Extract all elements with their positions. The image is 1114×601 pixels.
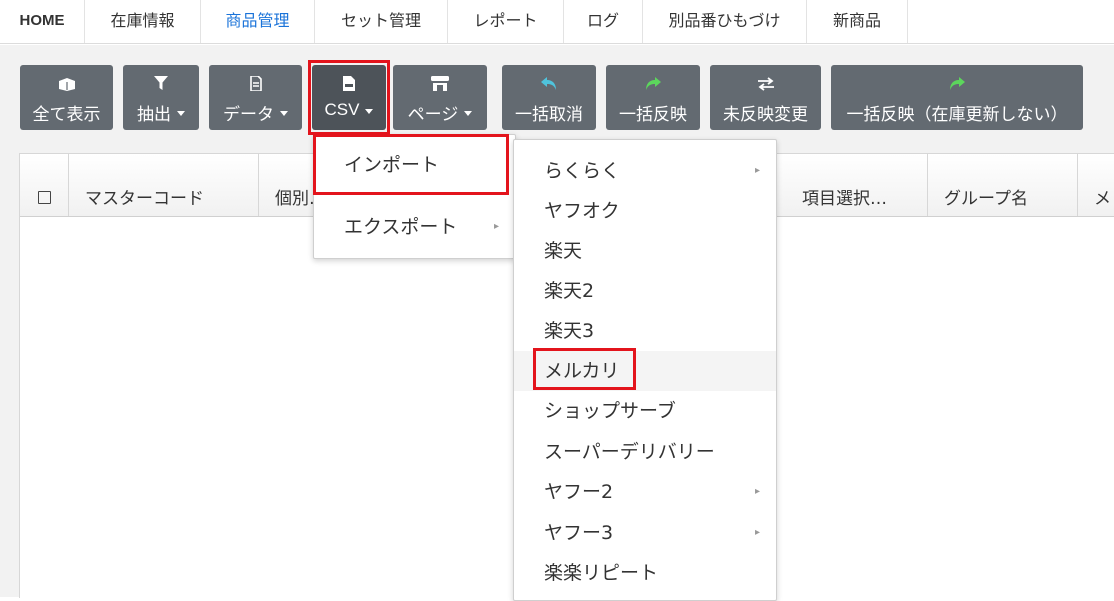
submenu-item-label: スーパーデリバリー: [544, 441, 715, 463]
submenu-item-super-delivery[interactable]: スーパーデリバリー: [514, 432, 776, 472]
submenu-item-yahuoku[interactable]: ヤフオク: [514, 191, 776, 231]
page-label: ページ: [407, 105, 459, 125]
tab-set-management[interactable]: セット管理: [315, 0, 448, 43]
chevron-down-icon: [280, 111, 288, 116]
bulk-cancel-button[interactable]: 一括取消: [502, 65, 596, 130]
share-icon: [606, 75, 700, 92]
column-master-code[interactable]: マスターコード: [69, 154, 259, 216]
checkbox-icon[interactable]: [37, 190, 51, 204]
menu-item-export[interactable]: エクスポート ▸: [314, 205, 515, 249]
column-item-select[interactable]: 項目選択…: [786, 154, 928, 216]
submenu-item-rakuten[interactable]: 楽天: [514, 231, 776, 271]
undo-icon: [502, 75, 596, 92]
submenu-item-label: 楽天: [544, 240, 583, 262]
extract-label: 抽出: [137, 105, 171, 125]
submenu-item-yahoo2[interactable]: ヤフー2 ▸: [514, 472, 776, 512]
tab-inventory[interactable]: 在庫情報: [85, 0, 201, 43]
submenu-item-rakuten2[interactable]: 楽天2: [514, 271, 776, 311]
select-all-checkbox-header[interactable]: [20, 154, 69, 216]
chevron-right-icon: ▸: [493, 221, 499, 232]
submenu-item-label: メルカリ: [544, 360, 620, 382]
page-button[interactable]: ページ: [393, 65, 487, 130]
pending-changes-button[interactable]: 未反映変更: [710, 65, 821, 130]
chevron-right-icon: ▸: [754, 165, 760, 176]
chevron-right-icon: ▸: [754, 527, 760, 538]
top-navigation: HOME 在庫情報 商品管理 セット管理 レポート ログ 別品番ひもづけ 新商品: [0, 0, 908, 44]
submenu-item-shopserve[interactable]: ショップサーブ: [514, 391, 776, 431]
bulk-apply-no-stock-button[interactable]: 一括反映（在庫更新しない）: [831, 65, 1083, 130]
exchange-icon: [710, 75, 821, 92]
submenu-item-label: 楽天3: [544, 320, 595, 342]
store-icon: [393, 75, 487, 92]
submenu-item-mercari[interactable]: メルカリ: [514, 351, 776, 391]
csv-label: CSV: [324, 100, 360, 119]
tab-home[interactable]: HOME: [0, 0, 85, 43]
tab-log[interactable]: ログ: [564, 0, 643, 43]
show-all-button[interactable]: 全て表示: [20, 65, 113, 130]
tab-new-products[interactable]: 新商品: [807, 0, 908, 43]
column-group-name[interactable]: グループ名: [928, 154, 1078, 216]
tab-report[interactable]: レポート: [448, 0, 564, 43]
import-submenu: らくらく ▸ ヤフオク 楽天 楽天2 楽天3 メルカリ ショップサーブ スーパー…: [513, 139, 777, 601]
submenu-item-label: ヤフー3: [544, 522, 614, 544]
bulk-apply-no-stock-label: 一括反映（在庫更新しない）: [846, 105, 1068, 125]
box-icon: [20, 75, 113, 92]
data-label: データ: [223, 105, 274, 125]
document-icon: [209, 75, 302, 92]
submenu-item-label: ヤフオク: [544, 200, 620, 222]
column-memo[interactable]: メ: [1078, 154, 1114, 216]
chevron-right-icon: ▸: [754, 486, 760, 497]
csv-file-icon: [312, 75, 386, 92]
filter-icon: [123, 75, 199, 92]
import-label: インポート: [344, 154, 440, 176]
bulk-cancel-label: 一括取消: [515, 105, 583, 125]
csv-dropdown-menu: インポート エクスポート ▸: [313, 134, 516, 259]
extract-button[interactable]: 抽出: [123, 65, 199, 130]
submenu-item-rakuten3[interactable]: 楽天3: [514, 311, 776, 351]
chevron-down-icon: [177, 111, 185, 116]
tab-product-management[interactable]: 商品管理: [201, 0, 315, 43]
tab-alt-sku-link[interactable]: 別品番ひもづけ: [643, 0, 807, 43]
data-button[interactable]: データ: [209, 65, 302, 130]
chevron-down-icon: [365, 108, 374, 114]
submenu-item-label: 楽天2: [544, 280, 595, 302]
submenu-item-label: らくらく: [544, 160, 621, 182]
chevron-down-icon: [464, 111, 473, 116]
bulk-apply-button[interactable]: 一括反映: [606, 65, 700, 130]
submenu-item-label: 楽楽リピート: [544, 562, 659, 584]
nav-divider: [908, 43, 1114, 44]
pending-changes-label: 未反映変更: [723, 105, 808, 125]
csv-button[interactable]: CSV: [312, 65, 386, 130]
export-label: エクスポート: [344, 216, 458, 238]
share-icon: [831, 75, 1083, 92]
show-all-label: 全て表示: [32, 105, 101, 125]
submenu-item-rakuraku-repeat[interactable]: 楽楽リピート: [514, 553, 776, 593]
bulk-apply-label: 一括反映: [619, 105, 687, 125]
submenu-item-rakuraku[interactable]: らくらく ▸: [514, 151, 776, 191]
submenu-item-label: ショップサーブ: [544, 400, 676, 422]
menu-item-import[interactable]: インポート: [314, 143, 515, 187]
submenu-item-yahoo3[interactable]: ヤフー3 ▸: [514, 513, 776, 553]
submenu-item-label: ヤフー2: [544, 481, 614, 503]
